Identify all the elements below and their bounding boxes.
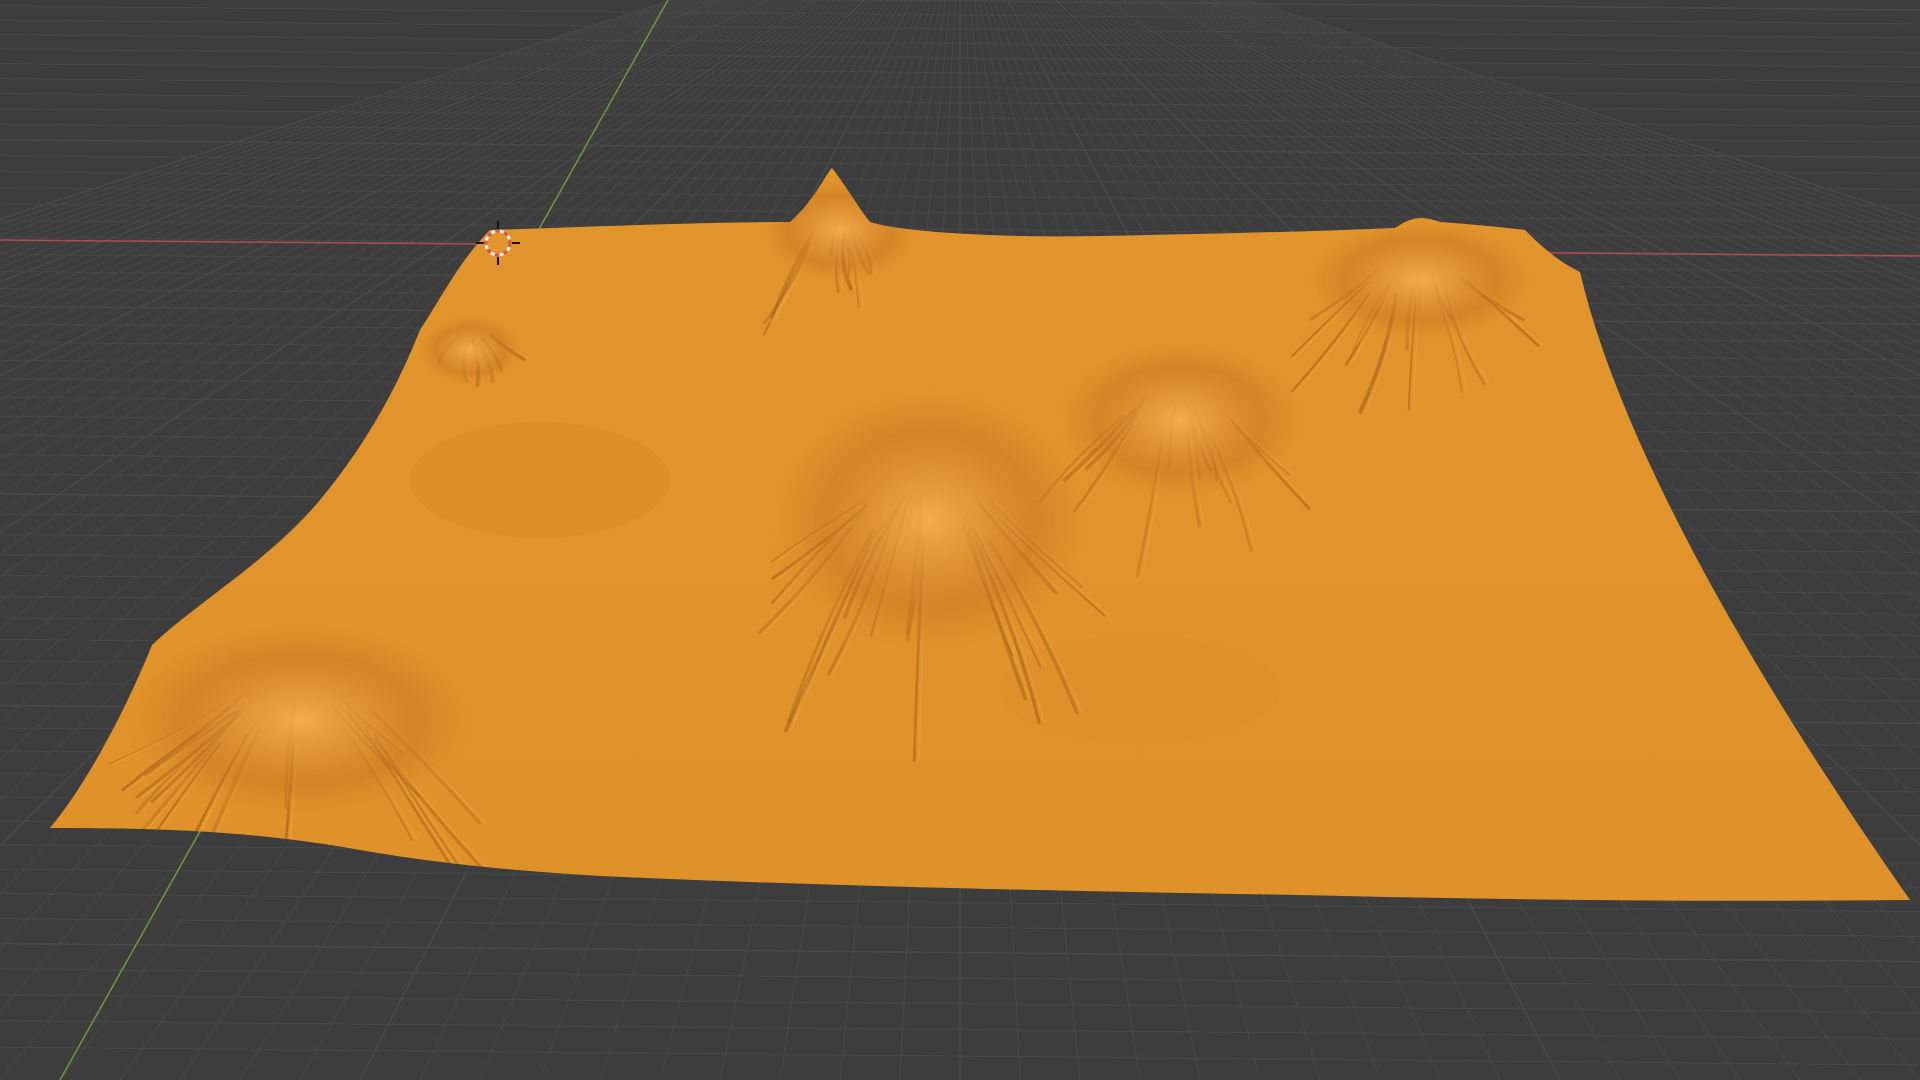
viewport-canvas[interactable] [0,0,1920,1080]
crater-left [410,422,670,538]
peak-top-right [1290,210,1550,350]
peak-mid-right [1040,330,1320,510]
3d-viewport[interactable] [0,0,1920,1080]
peak-top-center [750,170,930,290]
peak-bottom-left [100,610,500,830]
hill-left [410,310,530,390]
crater-right [1000,635,1280,745]
